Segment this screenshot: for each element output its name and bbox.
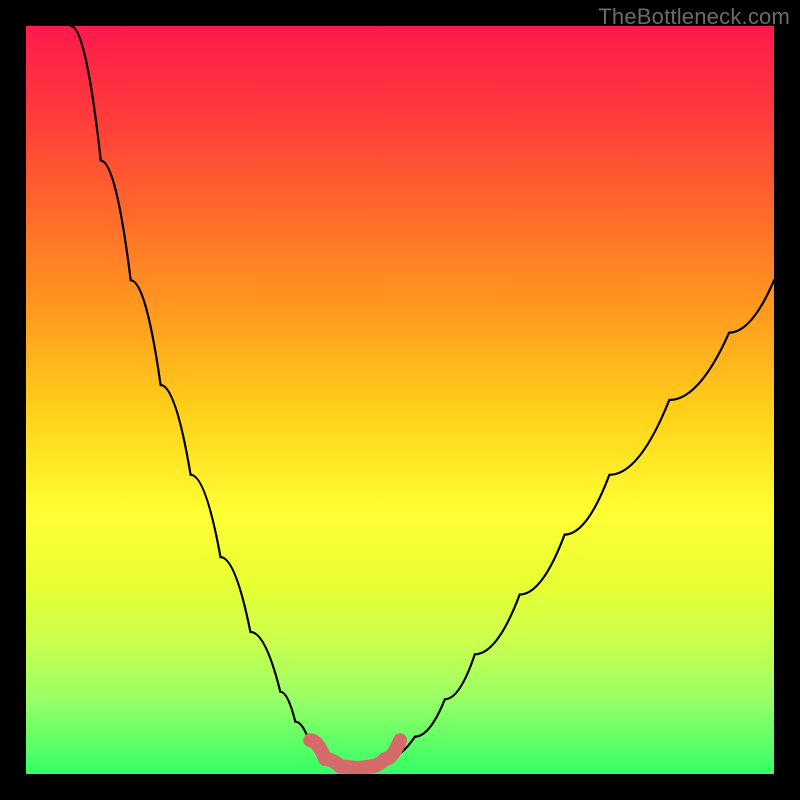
chart-frame: TheBottleneck.com	[0, 0, 800, 800]
plot-area	[26, 26, 774, 774]
right-branch-curve	[385, 280, 774, 759]
valley-highlight-curve	[310, 740, 400, 768]
curve-layer	[26, 26, 774, 774]
left-branch-curve	[71, 26, 325, 759]
